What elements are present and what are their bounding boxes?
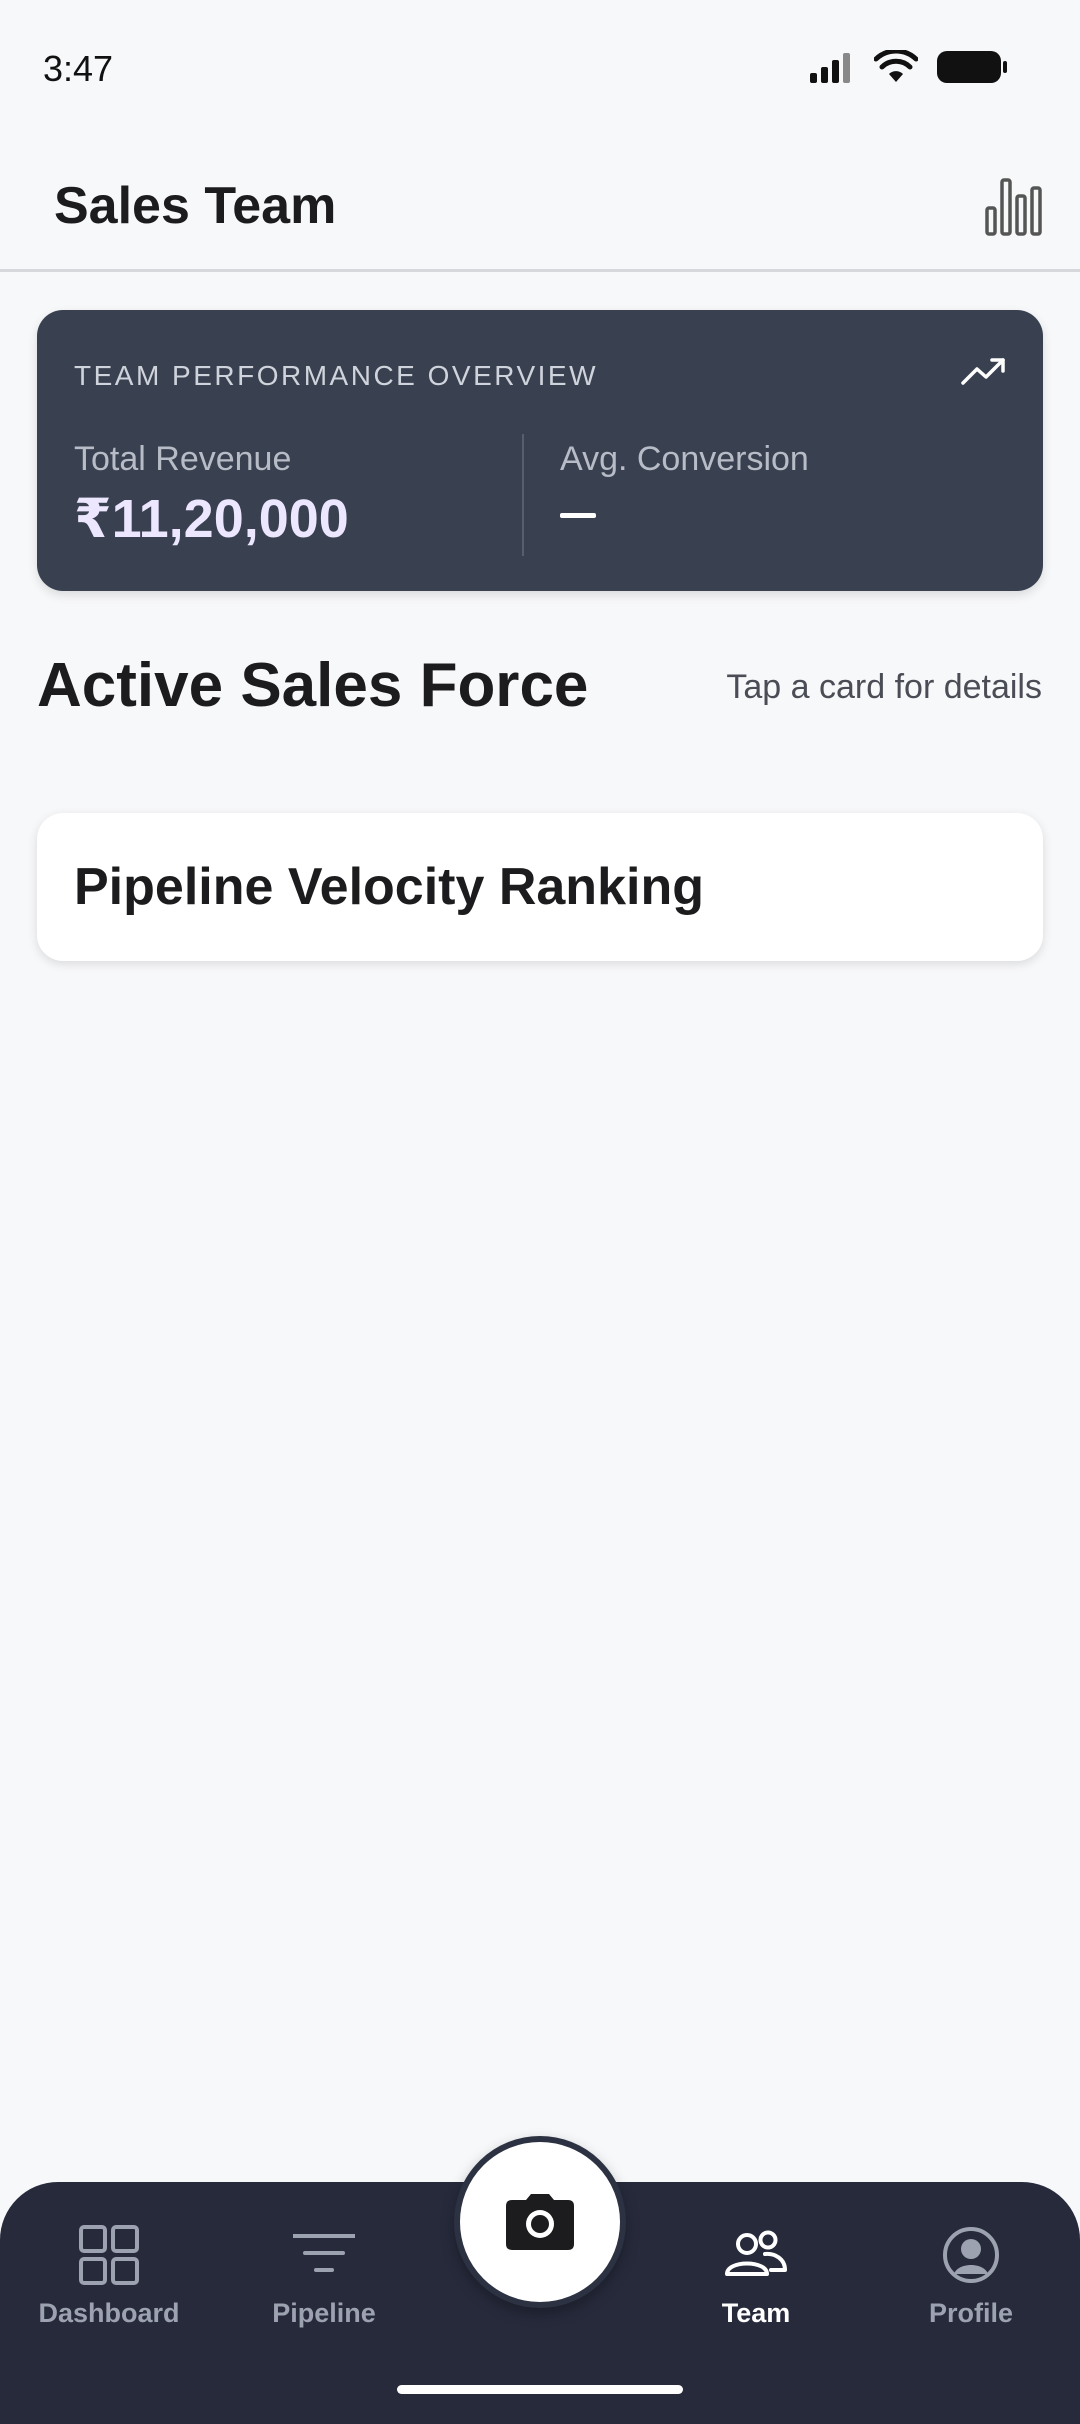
page-title: Sales Team <box>54 177 337 235</box>
app-header: Sales Team <box>0 140 1080 272</box>
filter-icon <box>293 2234 355 2272</box>
section-title: Active Sales Force <box>37 651 589 720</box>
team-icon <box>725 2230 787 2276</box>
trending-up-icon <box>961 358 1005 385</box>
signal-icon <box>810 53 850 83</box>
grid-icon <box>79 2225 139 2285</box>
camera-button[interactable] <box>454 2136 626 2308</box>
status-time: 3:47 <box>43 48 114 89</box>
metric-divider <box>522 434 524 556</box>
pipeline-velocity-card[interactable]: Pipeline Velocity Ranking <box>37 813 1043 961</box>
total-revenue-label: Total Revenue <box>74 440 292 478</box>
status-bar: 3:47 <box>0 0 1080 140</box>
screen: 3:47 Sales Team TEAM PERFORMANCE OVERVIE… <box>0 0 1080 2424</box>
nav-label-pipeline: Pipeline <box>272 2298 376 2328</box>
avg-conversion-label: Avg. Conversion <box>560 440 809 478</box>
home-indicator <box>397 2385 683 2394</box>
total-revenue-value: ₹11,20,000 <box>74 489 349 549</box>
ranking-card-title: Pipeline Velocity Ranking <box>74 858 704 916</box>
section-hint: Tap a card for details <box>726 668 1042 706</box>
overview-label: TEAM PERFORMANCE OVERVIEW <box>74 360 599 391</box>
wifi-icon <box>874 50 918 82</box>
battery-icon <box>937 51 1007 83</box>
total-revenue-metric: Total Revenue ₹11,20,000 <box>74 440 349 550</box>
camera-icon <box>506 2194 574 2250</box>
nav-label-profile: Profile <box>928 2298 1014 2328</box>
nav-label-team: Team <box>721 2298 791 2328</box>
nav-item-pipeline[interactable]: Pipeline <box>234 2224 414 2354</box>
status-icons <box>810 50 1008 84</box>
team-performance-card: TEAM PERFORMANCE OVERVIEW Total Revenue … <box>37 310 1043 591</box>
nav-item-profile[interactable]: Profile <box>881 2224 1061 2354</box>
nav-item-team[interactable]: Team <box>666 2224 846 2354</box>
bar-chart-icon[interactable] <box>984 174 1044 238</box>
nav-label-dashboard: Dashboard <box>38 2298 180 2328</box>
avg-conversion-value <box>560 513 596 518</box>
profile-icon <box>943 2227 999 2283</box>
avg-conversion-metric: Avg. Conversion <box>560 440 809 518</box>
nav-item-dashboard[interactable]: Dashboard <box>19 2224 199 2354</box>
